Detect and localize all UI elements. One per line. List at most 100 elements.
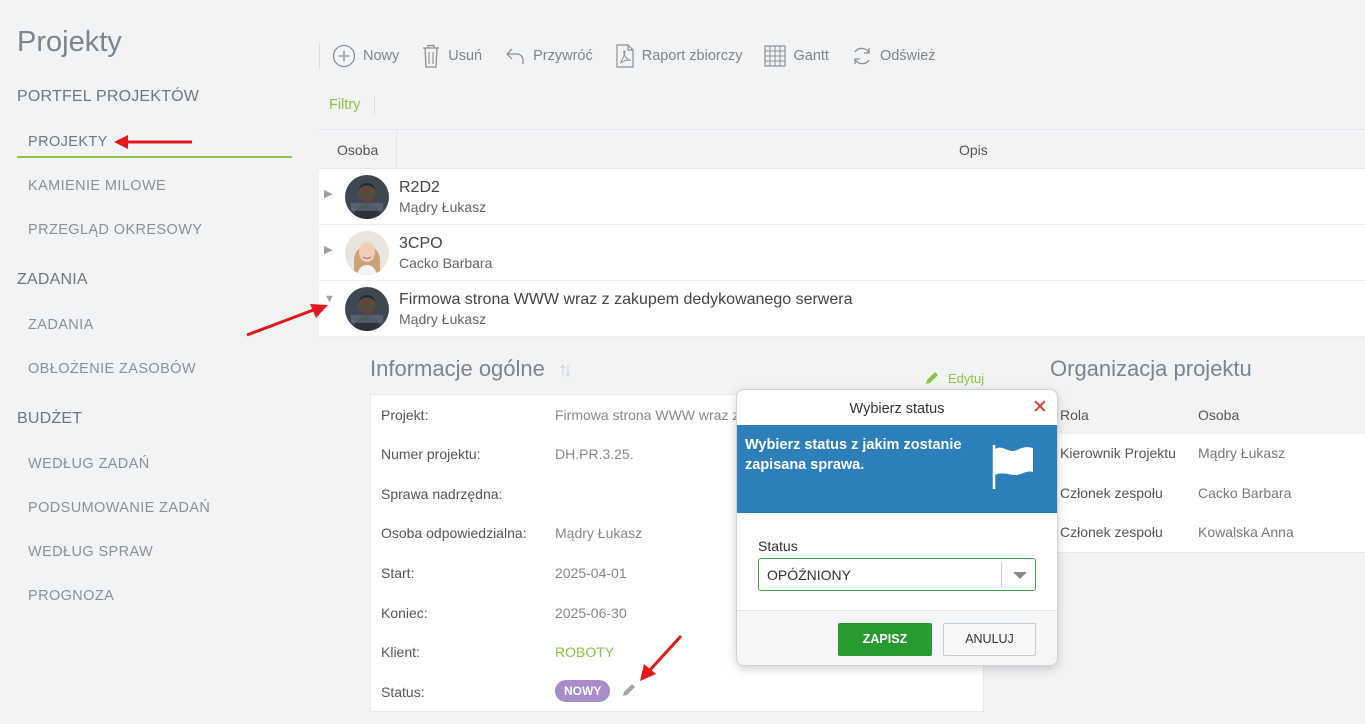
column-header-osoba[interactable]: Osoba [337, 142, 378, 158]
status-dialog: Wybierz status ✕ Wybierz status z jakim … [736, 389, 1058, 666]
sidebar-item-podsumowanie-zadan[interactable]: PODSUMOWANIE ZADAŃ [28, 500, 210, 516]
org-role: Członek zespołu [1060, 524, 1163, 540]
annotation-arrow-icon [246, 304, 328, 337]
nav-group-zadania[interactable]: ZADANIA [17, 271, 88, 289]
close-icon[interactable]: ✕ [1032, 396, 1048, 419]
field-label: Start: [381, 565, 415, 581]
sidebar-item-kamienie-milowe[interactable]: KAMIENIE MILOWE [28, 178, 166, 194]
restore-button-label: Przywróć [533, 48, 593, 64]
field-label: Status: [381, 684, 425, 700]
filters-link[interactable]: Filtry [329, 97, 360, 113]
status-field-label: Status [758, 538, 798, 554]
org-role: Członek zespołu [1060, 485, 1163, 501]
field-value: Firmowa strona WWW wraz z [555, 407, 740, 423]
annotation-arrow-icon [114, 135, 192, 149]
status-select[interactable]: OPÓŹNIONY [758, 558, 1036, 591]
field-value: DH.PR.3.25. [555, 446, 634, 462]
refresh-button-label: Odśwież [879, 48, 936, 64]
table-row[interactable]: ▶ 3CPO Cacko Barbara [319, 225, 1365, 281]
refresh-button[interactable]: Odśwież [851, 45, 936, 67]
row-title: 3CPO [399, 235, 443, 252]
status-edit-pencil-icon[interactable] [621, 682, 637, 703]
row-person: Mądry Łukasz [399, 311, 487, 327]
org-table-header: Rola Osoba [1050, 395, 1365, 434]
org-person: Mądry Łukasz [1198, 445, 1286, 461]
client-link[interactable]: ROBOTY [555, 644, 614, 660]
column-header-opis[interactable]: Opis [959, 142, 988, 158]
sidebar-item-projekty[interactable]: PROJEKTY [28, 134, 108, 150]
trash-icon [423, 44, 440, 68]
sidebar-item-zadania[interactable]: ZADANIA [28, 317, 94, 333]
status-badge: NOWY [555, 680, 611, 702]
delete-button[interactable]: Usuń [421, 43, 482, 69]
projects-grid: Osoba Opis ▶ R2D2 Mądry Łukasz ▶ 3CPO Ca… [319, 129, 1365, 337]
undo-icon [506, 48, 524, 64]
gantt-button[interactable]: Gantt [764, 45, 829, 67]
field-value: 2025-06-30 [555, 605, 627, 621]
expand-caret-icon[interactable]: ▶ [324, 243, 332, 256]
row-title: R2D2 [399, 179, 440, 196]
org-section-title: Organizacja projektu [1050, 356, 1252, 381]
avatar [345, 175, 389, 219]
report-button-label: Raport zbiorczy [641, 48, 743, 64]
banner-text: Wybierz status z jakim zostanie zapisana… [745, 437, 962, 473]
cancel-button[interactable]: ANULUJ [943, 623, 1036, 656]
flag-icon [992, 445, 1033, 489]
chevron-down-icon[interactable] [1013, 572, 1027, 579]
pencil-icon [926, 372, 938, 384]
refresh-icon [854, 47, 870, 65]
column-header-osoba: Osoba [1198, 407, 1240, 423]
info-section-title: Informacje ogólne [370, 356, 545, 381]
org-table: Rola Osoba Kierownik Projektu Mądry Łuka… [1050, 395, 1365, 553]
row-title: Firmowa strona WWW wraz z zakupem dedyko… [399, 291, 853, 308]
field-value: 2025-04-01 [555, 565, 627, 581]
restore-button[interactable]: Przywróć [504, 45, 593, 67]
dialog-title: Wybierz status [849, 401, 945, 417]
plus-circle-icon [332, 44, 356, 68]
grid-icon [764, 45, 787, 67]
avatar [345, 231, 389, 275]
field-label: Sprawa nadrzędna: [381, 486, 503, 502]
nav-group-budzet[interactable]: BUDŻET [17, 410, 82, 428]
active-underline [17, 156, 292, 158]
report-button[interactable]: Raport zbiorczy [615, 44, 743, 68]
field-label: Osoba odpowiedzialna: [381, 525, 527, 541]
field-label: Klient: [381, 644, 420, 660]
new-button[interactable]: Nowy [332, 44, 399, 68]
edit-button-label: Edytuj [948, 370, 985, 386]
select-separator [1001, 562, 1002, 587]
filters-separator [374, 96, 375, 114]
dialog-banner: Wybierz status z jakim zostanie zapisana… [737, 425, 1057, 513]
toolbar: Nowy Usuń Przywróć Raport zbiorczy Gantt… [318, 40, 946, 72]
row-person: Cacko Barbara [399, 255, 493, 271]
new-button-label: Nowy [363, 48, 400, 64]
status-select-value: OPÓŹNIONY [767, 567, 852, 583]
sidebar: Projekty PORTFEL PROJEKTÓW PROJEKTY KAMI… [0, 0, 318, 724]
pdf-icon [616, 44, 634, 68]
save-button[interactable]: ZAPISZ [838, 623, 932, 656]
annotation-arrow-icon [640, 634, 683, 681]
column-header-rola: Rola [1060, 407, 1089, 423]
org-person: Kowalska Anna [1198, 524, 1294, 540]
sidebar-item-przeglad-okresowy[interactable]: PRZEGLĄD OKRESOWY [28, 222, 202, 238]
table-row[interactable]: ▼ Firmowa strona WWW wraz z zakupem dedy… [319, 281, 1365, 337]
sort-icon[interactable]: ↑↓ [558, 359, 573, 382]
dialog-footer: ZAPISZ ANULUJ [737, 610, 1057, 665]
org-role: Kierownik Projektu [1060, 445, 1176, 461]
table-row[interactable]: ▶ R2D2 Mądry Łukasz [319, 169, 1365, 225]
column-separator [396, 130, 397, 169]
sidebar-item-prognoza[interactable]: PROGNOZA [28, 588, 114, 604]
edit-button[interactable]: Edytuj [924, 370, 984, 386]
avatar [345, 287, 389, 331]
sidebar-item-wedlug-zadan[interactable]: WEDŁUG ZADAŃ [28, 456, 150, 472]
sidebar-item-obciazenie-zasobow[interactable]: OBŁOŻENIE ZASOBÓW [28, 361, 196, 377]
field-label: Koniec: [381, 605, 428, 621]
delete-button-label: Usuń [448, 48, 483, 64]
sidebar-item-wedlug-spraw[interactable]: WEDŁUG SPRAW [28, 544, 153, 560]
toolbar-separator [319, 43, 320, 69]
field-label: Projekt: [381, 407, 429, 423]
expand-caret-icon[interactable]: ▶ [324, 187, 332, 200]
nav-group-portfel[interactable]: PORTFEL PROJEKTÓW [17, 88, 199, 106]
field-value: Mądry Łukasz [555, 525, 643, 541]
field-label: Numer projektu: [381, 446, 481, 462]
